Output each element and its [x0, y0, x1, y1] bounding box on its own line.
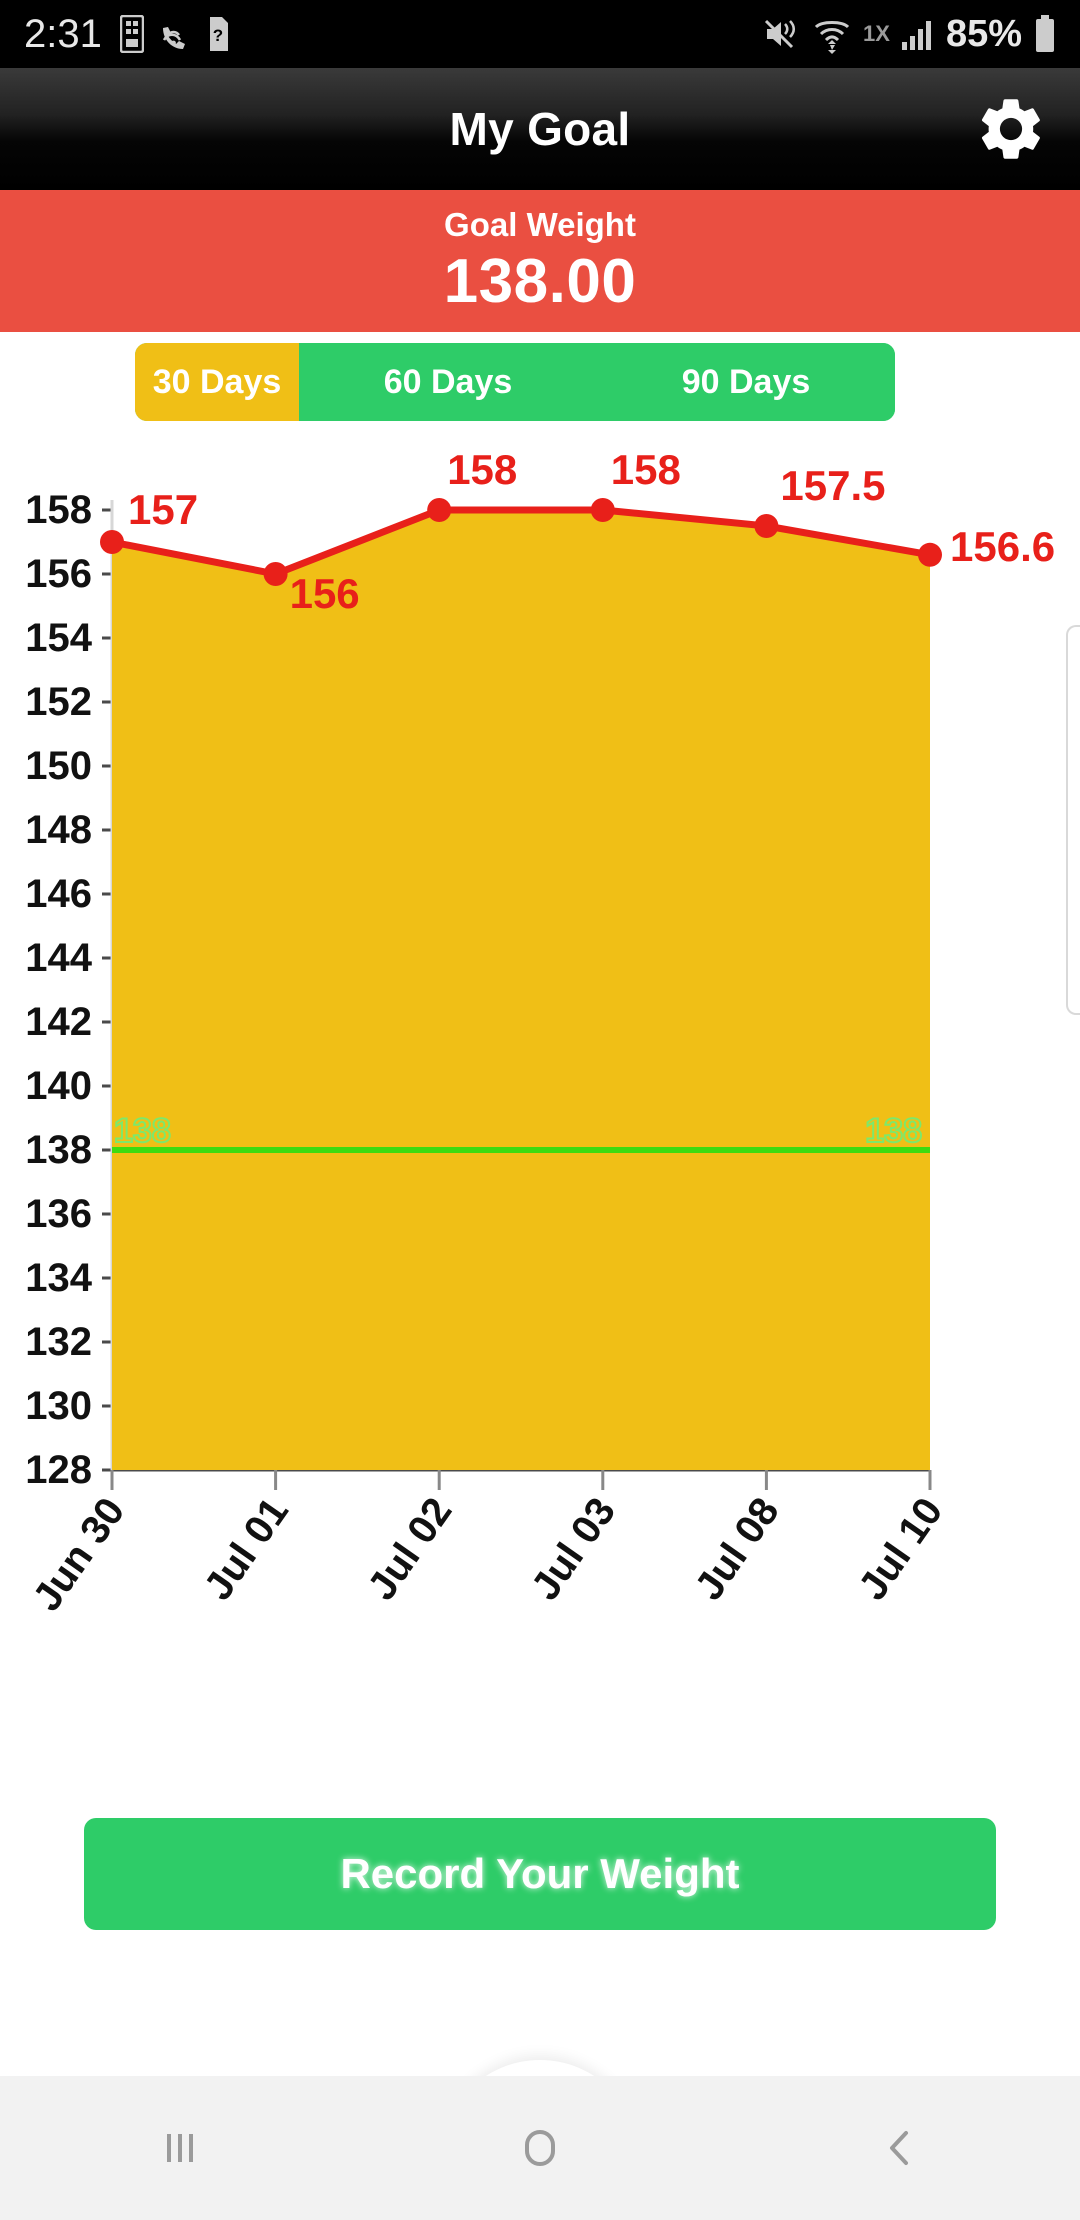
chart-data-point[interactable]: [263, 562, 288, 586]
nav-recents-button[interactable]: [0, 2123, 360, 2173]
x-axis-tick-label: Jun 30: [25, 1490, 134, 1619]
chart-point-label: 158: [447, 446, 517, 493]
signal-bars-icon: [901, 21, 931, 50]
nav-back-button[interactable]: [720, 2123, 1080, 2173]
y-axis-tick-label: 138: [25, 1128, 92, 1172]
app-bar: My Goal: [0, 68, 1080, 190]
chart-point-label: 156.6: [950, 523, 1055, 570]
y-axis-tick-label: 136: [25, 1192, 92, 1236]
sim-card-icon: [119, 15, 144, 53]
chart-data-point[interactable]: [427, 498, 452, 522]
goal-weight-value: 138.00: [443, 246, 637, 316]
status-bar: 2:31 ? 1X 85%: [0, 0, 1080, 68]
chart-data-point[interactable]: [590, 498, 615, 522]
x-axis-tick-label: Jul 08: [687, 1490, 788, 1608]
chart-point-label: 156: [290, 570, 360, 617]
chart-area-fill: [112, 510, 930, 1470]
status-bar-right-icons: 1X 85%: [763, 13, 1056, 56]
chart-data-point[interactable]: [754, 514, 779, 538]
y-axis-tick-label: 156: [25, 552, 92, 596]
y-axis-tick-label: 148: [25, 808, 92, 852]
y-axis-tick-label: 142: [25, 1000, 92, 1044]
tab-90-days[interactable]: 90 Days: [597, 343, 895, 421]
settings-button[interactable]: [968, 86, 1054, 172]
weight-chart[interactable]: 158 156 154 152 150 148 146 144 142 140 138 136 134 1…: [0, 440, 1080, 1760]
chart-point-label: 157: [128, 486, 198, 533]
x-axis-tick-label: Jul 10: [850, 1490, 951, 1608]
y-axis-tick-label: 154: [25, 616, 92, 660]
gear-icon: [981, 99, 1040, 159]
tab-30-days[interactable]: 30 Days: [135, 343, 299, 421]
svg-text:?: ?: [213, 26, 223, 45]
mute-vibrate-icon: [764, 19, 796, 49]
y-axis-tick-label: 150: [25, 744, 92, 788]
y-axis-tick-label: 130: [25, 1384, 92, 1428]
y-axis-tick-label: 128: [25, 1448, 92, 1492]
battery-icon: [1036, 15, 1054, 52]
battery-percent-label: 85%: [945, 12, 1022, 55]
app-screen: 2:31 ? 1X 85% My Goal Goal Weight 138.00…: [0, 0, 1080, 2220]
status-bar-clock: 2:31: [24, 11, 102, 56]
nav-home-button[interactable]: [360, 2121, 720, 2175]
goal-line-label: 138: [865, 1112, 922, 1150]
y-axis-tick-label: 152: [25, 680, 92, 724]
help-sim-icon: ?: [209, 17, 228, 51]
y-axis-tick-label: 146: [25, 872, 92, 916]
android-nav-bar: [0, 2076, 1080, 2220]
wifi-icon: [814, 21, 850, 54]
goal-weight-label: Goal Weight: [444, 205, 636, 243]
tab-60-days[interactable]: 60 Days: [299, 343, 597, 421]
y-axis-tick-label: 132: [25, 1320, 92, 1364]
back-icon: [890, 2131, 908, 2165]
goal-weight-banner: Goal Weight 138.00: [0, 190, 1080, 332]
chart-data-point[interactable]: [918, 542, 942, 567]
x-axis-tick-label: Jul 03: [523, 1490, 624, 1608]
wifi-calling-icon: [162, 27, 185, 49]
y-axis-tick-label: 140: [25, 1064, 92, 1108]
y-axis-tick-label: 134: [25, 1256, 92, 1300]
goal-line-label: 138: [114, 1112, 171, 1150]
record-weight-button[interactable]: Record Your Weight: [84, 1818, 996, 1930]
scroll-indicator[interactable]: [1066, 625, 1080, 1015]
chart-point-label: 158: [611, 446, 681, 493]
y-axis-tick-label: 158: [25, 488, 92, 532]
network-type-label: 1X: [863, 21, 890, 46]
recents-icon: [167, 2134, 193, 2162]
page-title: My Goal: [449, 103, 631, 155]
weight-chart-svg: 158 156 154 152 150 148 146 144 142 140 138 136 134 1…: [25, 446, 1055, 1619]
home-icon: [525, 2130, 555, 2166]
x-axis-tick-label: Jul 02: [359, 1490, 460, 1608]
y-axis-tick-label: 144: [25, 936, 92, 980]
range-tab-group: 30 Days 60 Days 90 Days: [135, 343, 895, 421]
chart-point-label: 157.5: [780, 462, 885, 509]
x-axis-tick-label: Jul 01: [196, 1490, 297, 1608]
chart-data-point[interactable]: [100, 530, 124, 554]
status-bar-left-icons: ?: [119, 15, 230, 53]
